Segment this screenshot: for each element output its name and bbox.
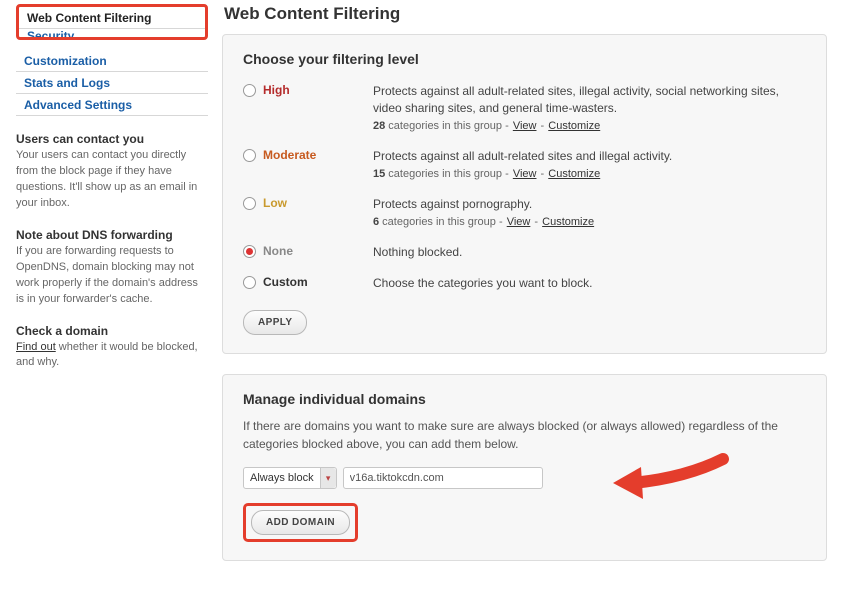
radio-custom[interactable] [243, 276, 256, 289]
find-out-link[interactable]: Find out [16, 341, 56, 353]
aside-users-contact: Users can contact you Your users can con… [16, 132, 208, 212]
aside-check-domain: Check a domain Find out whether it would… [16, 324, 208, 372]
level-name: None [263, 244, 373, 258]
sidebar-item-advanced-settings[interactable]: Advanced Settings [16, 94, 208, 116]
caret-icon: ▾ [326, 474, 331, 483]
view-link[interactable]: View [507, 216, 531, 228]
main: Web Content Filtering Choose your filter… [208, 4, 847, 581]
radio-low[interactable] [243, 197, 256, 210]
aside-heading: Users can contact you [16, 132, 198, 146]
customize-link[interactable]: Customize [548, 168, 600, 180]
radio-none[interactable] [243, 245, 256, 258]
aside-dns-forwarding: Note about DNS forwarding If you are for… [16, 228, 208, 308]
sidebar-item-web-content-filtering[interactable]: Web Content Filtering [19, 7, 205, 29]
level-desc: Protects against pornography. 6 categori… [373, 196, 806, 230]
level-name: Moderate [263, 148, 373, 162]
aside-body: If you are forwarding requests to OpenDN… [16, 244, 198, 308]
level-name: Low [263, 196, 373, 210]
level-row-high[interactable]: High Protects against all adult-related … [243, 77, 806, 142]
aside-body: Find out whether it would be blocked, an… [16, 340, 198, 372]
domain-action-select[interactable]: Always block ▾ [243, 467, 337, 489]
level-row-none[interactable]: None Nothing blocked. [243, 238, 806, 269]
manage-domains-panel: Manage individual domains If there are d… [222, 374, 827, 561]
customize-link[interactable]: Customize [548, 120, 600, 132]
manage-heading: Manage individual domains [243, 391, 806, 407]
customize-link[interactable]: Customize [542, 216, 594, 228]
level-name: High [263, 83, 373, 97]
filtering-panel: Choose your filtering level High Protect… [222, 34, 827, 354]
sidebar: Web Content Filtering Security Customiza… [0, 4, 208, 581]
level-desc: Protects against all adult-related sites… [373, 148, 806, 182]
add-domain-highlight: ADD DOMAIN [243, 503, 358, 542]
sidebar-nav-highlight: Web Content Filtering Security [16, 4, 208, 40]
level-row-custom[interactable]: Custom Choose the categories you want to… [243, 269, 806, 300]
arrow-annotation-icon [613, 449, 733, 509]
level-desc: Choose the categories you want to block. [373, 275, 806, 292]
radio-high[interactable] [243, 84, 256, 97]
select-caret-button[interactable]: ▾ [320, 468, 336, 488]
select-value: Always block [250, 472, 314, 484]
level-desc: Protects against all adult-related sites… [373, 83, 806, 134]
view-link[interactable]: View [513, 120, 537, 132]
page-title: Web Content Filtering [224, 4, 827, 24]
add-domain-button[interactable]: ADD DOMAIN [251, 510, 350, 535]
level-row-moderate[interactable]: Moderate Protects against all adult-rela… [243, 142, 806, 190]
apply-button[interactable]: APPLY [243, 310, 307, 335]
level-name: Custom [263, 275, 373, 289]
aside-heading: Note about DNS forwarding [16, 228, 198, 242]
radio-moderate[interactable] [243, 149, 256, 162]
domain-input[interactable] [343, 467, 543, 489]
manage-desc: If there are domains you want to make su… [243, 417, 806, 453]
domain-row: Always block ▾ [243, 467, 806, 489]
sidebar-item-customization[interactable]: Customization [16, 50, 208, 72]
aside-heading: Check a domain [16, 324, 198, 338]
level-desc: Nothing blocked. [373, 244, 806, 261]
filtering-heading: Choose your filtering level [243, 51, 806, 67]
sidebar-item-stats-logs[interactable]: Stats and Logs [16, 72, 208, 94]
view-link[interactable]: View [513, 168, 537, 180]
sidebar-item-security[interactable]: Security [19, 29, 205, 37]
aside-body: Your users can contact you directly from… [16, 148, 198, 212]
level-row-low[interactable]: Low Protects against pornography. 6 cate… [243, 190, 806, 238]
